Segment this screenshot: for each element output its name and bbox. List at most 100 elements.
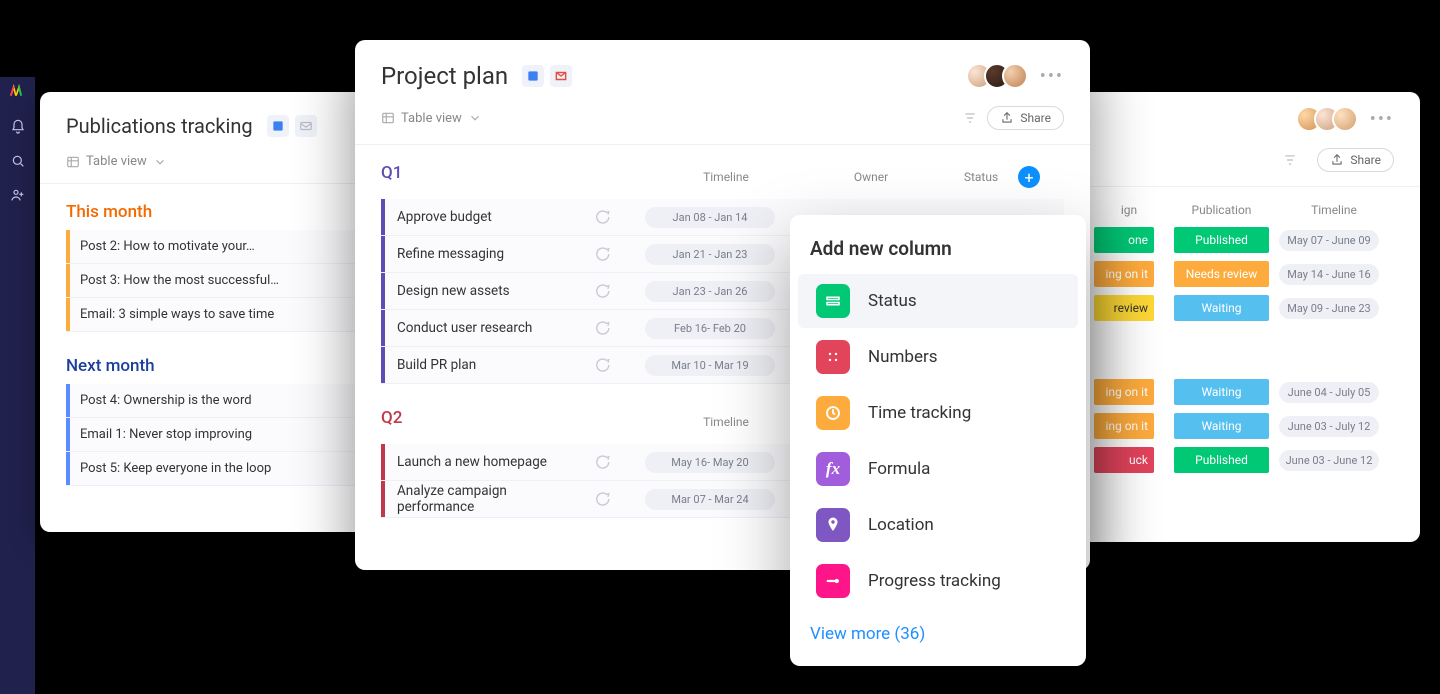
list-item[interactable]: uck Published June 03 - June 12 <box>1094 443 1394 477</box>
status-design[interactable]: ing on it <box>1094 261 1154 287</box>
add-column-popover: Add new column Status Numbers Time track… <box>790 215 1086 666</box>
column-type-option[interactable]: fx Formula <box>798 442 1078 496</box>
timeline-pill: June 04 - July 05 <box>1279 382 1379 403</box>
member-avatars[interactable] <box>974 63 1028 89</box>
status-publication[interactable]: Waiting <box>1174 379 1269 405</box>
column-type-option[interactable]: Time tracking <box>798 386 1078 440</box>
logo-icon[interactable] <box>9 83 27 101</box>
column-type-icon <box>816 284 850 318</box>
integration-icon[interactable] <box>267 115 289 137</box>
column-type-icon <box>816 340 850 374</box>
status-design[interactable]: ing on it <box>1094 413 1154 439</box>
more-icon[interactable]: ••• <box>1370 109 1394 130</box>
column-type-option[interactable]: Numbers <box>798 330 1078 384</box>
view-switcher[interactable]: Table view <box>381 111 482 126</box>
item-title: Conduct user research <box>385 320 593 336</box>
timeline-pill: Mar 10 - Mar 19 <box>645 355 775 376</box>
share-label: Share <box>1020 111 1051 125</box>
item-title: Launch a new homepage <box>385 454 593 470</box>
col-header-timeline: Timeline <box>641 415 811 429</box>
chat-icon[interactable] <box>593 490 625 508</box>
status-design[interactable]: uck <box>1094 447 1154 473</box>
column-type-label: Progress tracking <box>868 571 1001 591</box>
mail-icon[interactable] <box>295 115 317 137</box>
filter-icon[interactable] <box>1283 153 1297 167</box>
chat-icon[interactable] <box>593 245 625 263</box>
popover-title: Add new column <box>790 229 1086 272</box>
more-icon[interactable]: ••• <box>1040 66 1064 87</box>
view-more-link[interactable]: View more (36) <box>790 610 1086 644</box>
view-label: Table view <box>86 154 147 169</box>
timeline-pill: Mar 07 - Mar 24 <box>645 489 775 510</box>
timeline-pill: May 16- May 20 <box>645 452 775 473</box>
timeline-pill: Feb 16- Feb 20 <box>645 318 775 339</box>
share-label: Share <box>1350 153 1381 167</box>
list-item[interactable]: ing on it Waiting June 03 - July 12 <box>1094 409 1394 443</box>
chat-icon[interactable] <box>593 356 625 374</box>
column-type-option[interactable]: Status <box>798 274 1078 328</box>
list-item[interactable]: ing on it Waiting June 04 - July 05 <box>1094 375 1394 409</box>
item-title: Analyze campaign performance <box>385 483 593 515</box>
column-type-label: Location <box>868 515 934 535</box>
list-item[interactable]: one Published May 07 - June 09 <box>1094 223 1394 257</box>
chat-icon[interactable] <box>593 208 625 226</box>
people-icon[interactable] <box>10 187 26 203</box>
column-type-label: Formula <box>868 459 930 479</box>
column-type-icon <box>816 564 850 598</box>
column-type-icon <box>816 396 850 430</box>
member-avatars[interactable] <box>1304 106 1358 132</box>
view-label: Table view <box>401 111 462 126</box>
status-publication[interactable]: Published <box>1174 227 1269 253</box>
column-type-label: Time tracking <box>868 403 971 423</box>
group-title[interactable]: Next month <box>66 356 155 376</box>
board-title: Publications tracking <box>66 114 253 138</box>
col-header-timeline: Timeline <box>1279 203 1389 217</box>
status-publication[interactable]: Needs review <box>1174 261 1269 287</box>
group-title[interactable]: Q1 <box>381 163 641 183</box>
col-header-status: Status <box>931 170 1031 184</box>
status-publication[interactable]: Waiting <box>1174 295 1269 321</box>
add-column-button[interactable]: + <box>1018 166 1040 188</box>
board-title: Project plan <box>381 62 508 90</box>
status-design[interactable]: review <box>1094 295 1154 321</box>
status-design[interactable]: one <box>1094 227 1154 253</box>
gmail-icon[interactable] <box>550 65 572 87</box>
integration-icon[interactable] <box>522 65 544 87</box>
filter-icon[interactable] <box>963 111 977 125</box>
search-icon[interactable] <box>10 153 26 169</box>
column-type-option[interactable]: Location <box>798 498 1078 552</box>
view-switcher[interactable]: Table view <box>66 154 167 169</box>
chat-icon[interactable] <box>593 453 625 471</box>
column-type-label: Status <box>868 291 917 311</box>
timeline-pill: June 03 - June 12 <box>1279 450 1379 471</box>
share-button[interactable]: Share <box>1317 148 1394 172</box>
status-publication[interactable]: Published <box>1174 447 1269 473</box>
status-publication[interactable]: Waiting <box>1174 413 1269 439</box>
item-title: Design new assets <box>385 283 593 299</box>
group-title[interactable]: Q2 <box>381 408 641 428</box>
panel-header: Project plan ••• <box>355 40 1090 98</box>
chat-icon[interactable] <box>593 282 625 300</box>
col-header-owner: Owner <box>811 170 931 184</box>
col-header-publication: Publication <box>1174 203 1269 217</box>
timeline-pill: May 09 - June 23 <box>1279 298 1379 319</box>
column-type-option[interactable]: Progress tracking <box>798 554 1078 608</box>
timeline-pill: Jan 08 - Jan 14 <box>645 207 775 228</box>
list-item[interactable]: ing on it Needs review May 14 - June 16 <box>1094 257 1394 291</box>
item-title: Approve budget <box>385 209 593 225</box>
left-rail <box>0 77 35 694</box>
timeline-pill: May 14 - June 16 <box>1279 264 1379 285</box>
timeline-pill: Jan 23 - Jan 26 <box>645 281 775 302</box>
chat-icon[interactable] <box>593 319 625 337</box>
sub-toolbar: Table view Share <box>355 98 1090 145</box>
col-header-design: ign <box>1094 203 1164 217</box>
status-design[interactable]: ing on it <box>1094 379 1154 405</box>
group-title[interactable]: This month <box>66 202 152 222</box>
timeline-pill: May 07 - June 09 <box>1279 230 1379 251</box>
column-type-icon: fx <box>816 452 850 486</box>
column-type-icon <box>816 508 850 542</box>
share-button[interactable]: Share <box>987 106 1064 130</box>
list-item[interactable]: review Waiting May 09 - June 23 <box>1094 291 1394 325</box>
bell-icon[interactable] <box>10 119 26 135</box>
timeline-pill: June 03 - July 12 <box>1279 416 1379 437</box>
